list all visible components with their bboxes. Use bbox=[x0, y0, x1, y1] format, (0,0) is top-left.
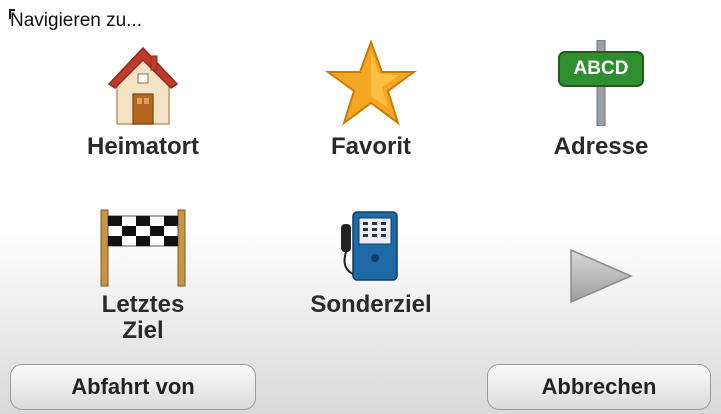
home-icon bbox=[103, 40, 183, 131]
street-sign-text: ABCD bbox=[573, 58, 629, 79]
menu-item-label: Favorit bbox=[330, 133, 411, 160]
next-page-button[interactable] bbox=[511, 206, 691, 366]
menu-item-favorite[interactable]: Favorit bbox=[281, 38, 461, 198]
menu-item-home[interactable]: Heimatort bbox=[53, 38, 233, 198]
menu-item-address[interactable]: ABCD Adresse bbox=[511, 38, 691, 198]
depart-from-button[interactable]: Abfahrt von bbox=[10, 364, 256, 410]
street-sign-icon: ABCD bbox=[555, 40, 647, 126]
menu-item-last-destination[interactable]: Letztes Ziel bbox=[53, 206, 233, 366]
star-icon bbox=[324, 39, 418, 131]
page-title: Navigieren zu... bbox=[10, 10, 143, 31]
menu-item-label: Sonderziel bbox=[310, 291, 432, 318]
next-arrow-icon bbox=[565, 246, 637, 311]
cancel-button[interactable]: Abbrechen bbox=[487, 364, 711, 410]
menu-item-label: Adresse bbox=[553, 133, 649, 160]
menu-item-point-of-interest[interactable]: Sonderziel bbox=[281, 206, 461, 366]
payphone-icon bbox=[331, 208, 411, 289]
menu-item-label: Heimatort bbox=[86, 133, 200, 160]
menu-item-label: Letztes Ziel bbox=[101, 291, 185, 344]
navigation-menu-screen: Navigieren zu... Heimatort Favorit ABCD … bbox=[0, 0, 721, 414]
checkered-flag-icon bbox=[97, 208, 189, 293]
